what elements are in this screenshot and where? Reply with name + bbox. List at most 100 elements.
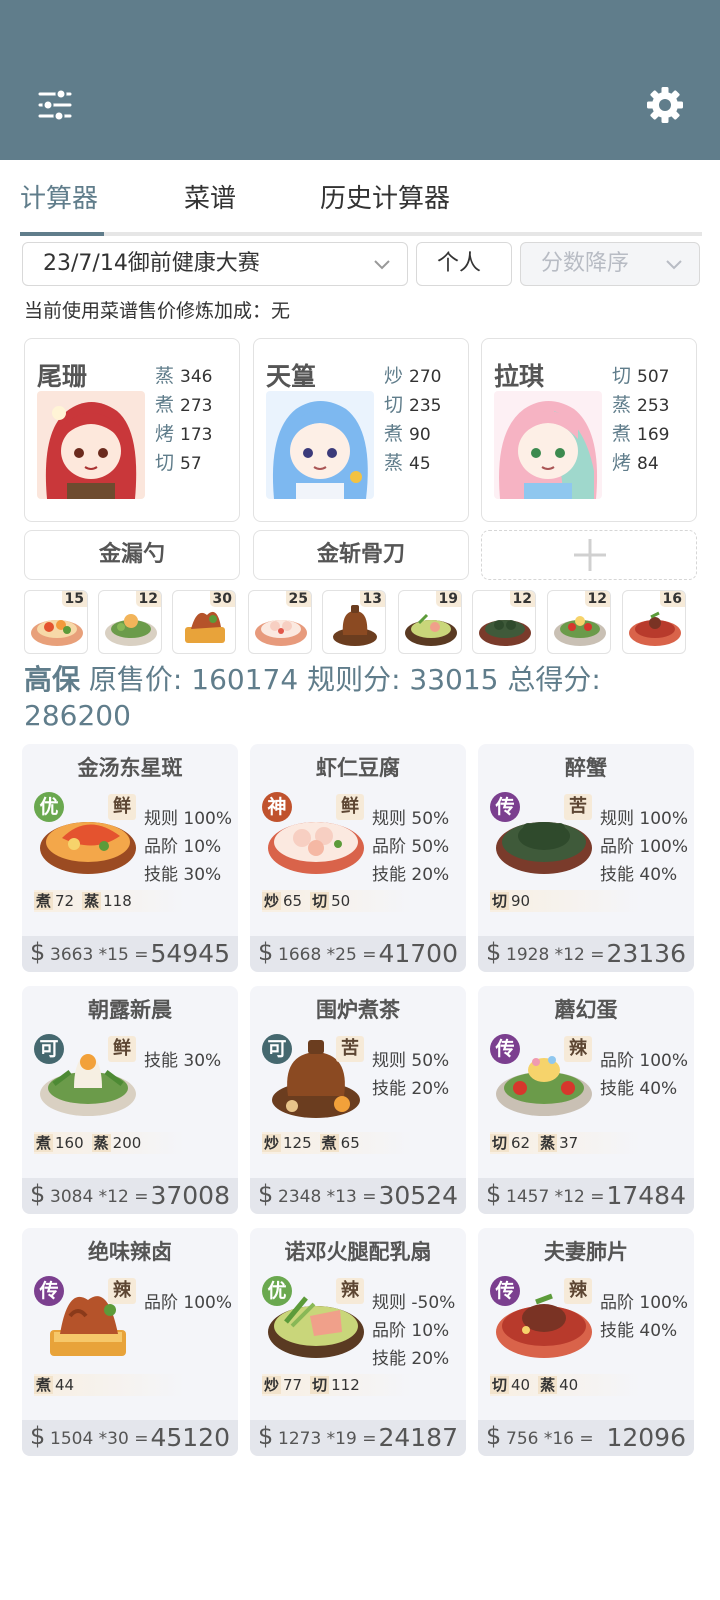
- price-bar: $1504 *30 = 45120: [22, 1420, 238, 1456]
- original-price-label: 原售价:: [88, 663, 183, 696]
- chef-card[interactable]: 尾珊 蒸 346 煮 273 烤 173 切 57: [24, 338, 240, 522]
- req-value: 112: [331, 1376, 360, 1394]
- req-value: 65: [283, 892, 303, 910]
- dish-thumb[interactable]: 15: [24, 590, 88, 654]
- tool-slot-button[interactable]: 金漏勺: [24, 530, 240, 580]
- dish-thumb[interactable]: 13: [322, 590, 386, 654]
- recipe-result-card[interactable]: 绝味辣卤 传 辣 品阶 100% 煮 44 $1504 *30 = 45120: [22, 1228, 238, 1456]
- recipe-result-card[interactable]: 夫妻肺片 传 辣 品阶 100% 技能 40% 切 40 蒸 40 $756 *16 …: [478, 1228, 694, 1456]
- req-value: 200: [112, 1134, 142, 1152]
- tool-slot-button[interactable]: 金斩骨刀: [253, 530, 469, 580]
- bonus-line: 规则 50%: [372, 1051, 450, 1071]
- unit-price: 1273: [278, 1429, 322, 1449]
- recipe-name: 诺邓火腿配乳扇: [284, 1240, 432, 1264]
- rank-badge: 传: [490, 1276, 520, 1306]
- dish-thumb[interactable]: 12: [547, 590, 611, 654]
- sort-select[interactable]: 分数降序: [520, 242, 700, 286]
- chef-avatar: [266, 391, 374, 499]
- bonus-line: 品阶 100%: [600, 837, 689, 857]
- sort-select-value: 分数降序: [541, 251, 630, 276]
- recipe-result-card[interactable]: 金汤东星斑 优 鲜 规则 100% 品阶 10% 技能 30% 煮 72 蒸 118 …: [22, 744, 238, 972]
- dish-quantity: 13: [359, 591, 385, 607]
- add-tool-button[interactable]: [481, 530, 697, 580]
- sliders-icon[interactable]: [38, 88, 72, 122]
- plus-icon: [574, 539, 606, 571]
- req-skill: 蒸: [538, 1376, 558, 1394]
- mode-select[interactable]: 个人: [416, 242, 512, 286]
- req-value: 90: [511, 892, 531, 910]
- req-value: 40: [559, 1376, 579, 1394]
- dish-thumb[interactable]: 25: [248, 590, 312, 654]
- recipe-result-card[interactable]: 围炉煮茶 可 苦 规则 50% 技能 20% 炒 125 煮 65 $2348 *13…: [250, 986, 466, 1214]
- dish-total: 24187: [378, 1423, 458, 1452]
- skill-value: 57: [180, 454, 202, 474]
- price-bar: $1668 *25 = 41700: [250, 936, 466, 972]
- rule-score-label: 规则分:: [307, 663, 401, 696]
- dish-quantity: 12: [135, 591, 161, 607]
- bonus-line: 规则 50%: [372, 809, 450, 829]
- dish-image: [105, 614, 157, 646]
- unit-price: 756: [506, 1429, 539, 1449]
- tab-calculator[interactable]: 计算器: [20, 178, 98, 215]
- bonus-line: 规则 100%: [144, 809, 233, 829]
- skill-requirements: 切 40 蒸 40: [490, 1374, 640, 1396]
- tab-bar: 计算器 菜谱 历史计算器: [0, 160, 720, 236]
- unit-price: 1668: [278, 945, 322, 965]
- flavor-badge: 苦: [564, 794, 592, 820]
- dish-image: [333, 605, 377, 646]
- dish-total: 30524: [378, 1181, 458, 1210]
- dish-quantity: 16: [659, 591, 685, 607]
- chef-card[interactable]: 天篁 炒 270 切 235 煮 90 蒸 45: [253, 338, 469, 522]
- quantity: *12: [98, 1187, 129, 1207]
- bonus-line: 技能 40%: [600, 1079, 678, 1099]
- bonus-line: 品阶 100%: [600, 1293, 689, 1313]
- quantity: *15: [98, 945, 129, 965]
- chef-avatar: [37, 391, 145, 499]
- unit-price: 1928: [506, 945, 550, 965]
- skill-requirements: 炒 125 煮 65: [262, 1132, 412, 1154]
- bonus-line: 技能 20%: [372, 1079, 450, 1099]
- chef-name: 拉琪: [494, 362, 545, 391]
- unit-price: 2348: [278, 1187, 322, 1207]
- gear-icon[interactable]: [646, 86, 684, 124]
- tab-recipes[interactable]: 菜谱: [184, 178, 236, 215]
- mode-select-value: 个人: [437, 251, 482, 276]
- chef-card[interactable]: 拉琪 切 507 蒸 253 煮 169 烤 84: [481, 338, 697, 522]
- dish-thumb[interactable]: 16: [622, 590, 686, 654]
- quantity: *19: [326, 1429, 357, 1449]
- req-skill: 煮: [34, 1376, 54, 1394]
- dish-thumb[interactable]: 30: [172, 590, 236, 654]
- unit-price: 3663: [50, 945, 94, 965]
- unit-price: 1457: [506, 1187, 550, 1207]
- dish-thumb[interactable]: 12: [98, 590, 162, 654]
- quantity: *25: [326, 945, 357, 965]
- skill-label: 切: [155, 452, 175, 474]
- req-skill: 炒: [262, 1134, 282, 1152]
- dollar-icon: $: [486, 938, 502, 966]
- dish-quantity: 30: [209, 591, 235, 607]
- price-bar: $1457 *12 = 17484: [478, 1178, 694, 1214]
- dollar-icon: $: [30, 1422, 46, 1450]
- bonus-line: 规则 -50%: [372, 1293, 456, 1313]
- recipe-result-card[interactable]: 虾仁豆腐 神 鲜 规则 50% 品阶 50% 技能 20% 炒 65 切 50 $16…: [250, 744, 466, 972]
- dish-image: [255, 620, 307, 646]
- chef-avatar: [494, 391, 602, 499]
- req-skill: 蒸: [82, 892, 102, 910]
- flavor-badge: 辣: [336, 1278, 364, 1304]
- price-bar: $3084 *12 = 37008: [22, 1178, 238, 1214]
- tab-history[interactable]: 历史计算器: [320, 178, 450, 215]
- dish-thumb[interactable]: 12: [472, 590, 536, 654]
- dish-total: 45120: [150, 1423, 230, 1452]
- recipe-result-card[interactable]: 诺邓火腿配乳扇 优 辣 规则 -50% 品阶 10% 技能 20% 炒 77 切 11…: [250, 1228, 466, 1456]
- dish-quantity: 19: [435, 591, 461, 607]
- req-skill: 切: [490, 1376, 510, 1394]
- recipe-name: 朝露新晨: [88, 998, 172, 1022]
- recipe-result-card[interactable]: 朝露新晨 可 鲜 技能 30% 煮 160 蒸 200 $3084 *12 = 3700…: [22, 986, 238, 1214]
- recipe-result-card[interactable]: 醉蟹 传 苦 规则 100% 品阶 100% 技能 40% 切 90 $1928 …: [478, 744, 694, 972]
- recipe-result-card[interactable]: 蘑幻蛋 传 辣 品阶 100% 技能 40% 切 62 蒸 37 $1457 *12 …: [478, 986, 694, 1214]
- original-price-value: 160174: [191, 663, 299, 696]
- dish-thumb[interactable]: 19: [398, 590, 462, 654]
- skill-value: 346: [180, 367, 213, 387]
- contest-select[interactable]: 23/7/14御前健康大赛: [22, 242, 408, 286]
- skill-label: 烤: [612, 452, 632, 474]
